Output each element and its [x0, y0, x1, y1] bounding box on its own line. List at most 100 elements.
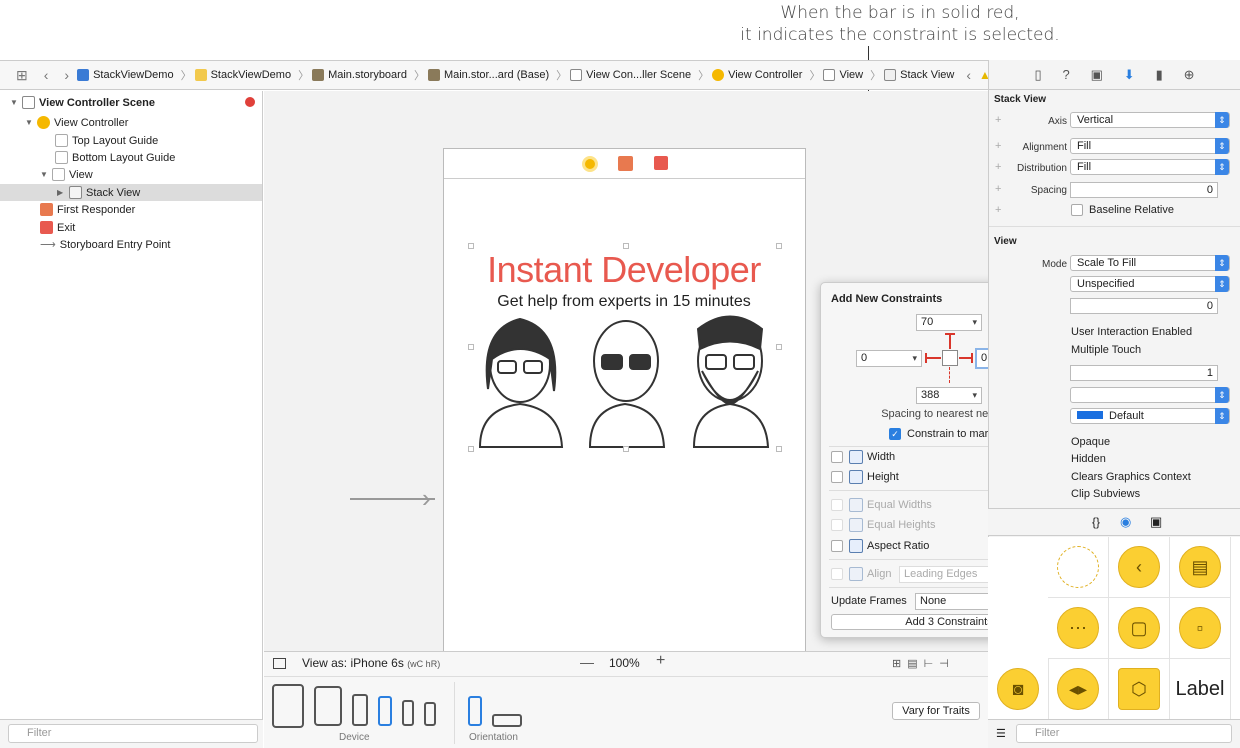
library-tile[interactable]: ⬡ [1109, 659, 1170, 720]
forward-arrow-icon[interactable]: › [64, 67, 69, 83]
hidden-checkbox[interactable]: Hidden [1071, 453, 1106, 465]
outline-stack-view[interactable]: ▶ Stack View [0, 184, 262, 201]
library-tile[interactable]: ▤ [1170, 537, 1231, 598]
vary-for-traits-button[interactable]: Vary for Traits [892, 702, 980, 720]
library-tile[interactable]: ‹ [1109, 537, 1170, 598]
stack-view-selection[interactable] [468, 243, 782, 452]
arrow-right-icon: ⟶ [40, 239, 56, 251]
warning-icon[interactable]: ▲ [979, 68, 988, 82]
media-library-icon[interactable]: ▣ [1150, 514, 1162, 530]
object-library-icon[interactable]: ◉ [1120, 514, 1131, 530]
baseline-relative-checkbox[interactable]: Baseline Relative [1071, 204, 1174, 216]
outline-top-layout-guide[interactable]: Top Layout Guide [55, 132, 158, 149]
checkmark-icon: ✓ [889, 428, 901, 440]
back-arrow-icon[interactable]: ‹ [44, 67, 49, 83]
left-constraint-bar[interactable] [925, 357, 941, 359]
file-inspector-icon[interactable]: ▯ [1034, 67, 1041, 83]
library-tile[interactable]: ⋯ [1048, 598, 1109, 659]
mode-select[interactable]: Scale To Fill [1070, 255, 1230, 271]
error-badge-icon[interactable] [245, 97, 255, 107]
distribution-select[interactable]: Fill [1070, 159, 1230, 175]
outline-bottom-layout-guide[interactable]: Bottom Layout Guide [55, 149, 175, 166]
outline-first-responder[interactable]: First Responder [40, 201, 135, 218]
clip-subviews-checkbox[interactable]: Clip Subviews [1071, 488, 1140, 500]
view-controller-icon[interactable] [582, 156, 598, 172]
library-tabs: {} ◉ ▣ [988, 508, 1240, 536]
device-ipad-icon[interactable] [314, 686, 342, 726]
breadcrumb-storyboard[interactable]: Main.storyboard [312, 69, 407, 81]
breadcrumb-project[interactable]: StackViewDemo [77, 69, 174, 81]
alpha-field[interactable]: 1 [1070, 365, 1218, 381]
bottom-spacing-field[interactable]: 388 [916, 387, 982, 404]
grid-icon[interactable]: ⊞ [16, 67, 28, 84]
user-interaction-checkbox[interactable]: User Interaction Enabled [1071, 326, 1192, 338]
container-view-icon [1057, 546, 1099, 588]
device-iphone-plus-icon[interactable] [352, 694, 368, 726]
annotation-text: When the bar is in solid red, it indicat… [620, 2, 1180, 46]
outline-scene[interactable]: ▼ View Controller Scene [10, 94, 155, 111]
previous-issue-icon[interactable]: ‹ [966, 67, 971, 83]
orientation-landscape-icon[interactable] [492, 714, 522, 727]
breadcrumb-view-controller[interactable]: View Controller [712, 69, 802, 81]
opaque-checkbox[interactable]: Opaque [1071, 436, 1110, 448]
help-inspector-icon[interactable]: ? [1062, 67, 1069, 82]
device-iphone-4-icon[interactable] [424, 702, 436, 726]
top-spacing-field[interactable]: 70 [916, 314, 982, 331]
orientation-portrait-icon[interactable] [468, 696, 482, 726]
library-tile[interactable]: ▢ [1109, 598, 1170, 659]
plus-icon[interactable]: + [995, 204, 1001, 216]
breadcrumb-view[interactable]: View [823, 69, 863, 81]
zoom-out-icon[interactable]: — [580, 654, 594, 670]
outline-view-controller[interactable]: ▼ View Controller [25, 114, 128, 131]
checkbox-label: Opaque [1071, 436, 1111, 448]
axis-select[interactable]: Vertical [1070, 112, 1230, 128]
device-ipad-pro-icon[interactable] [272, 684, 304, 728]
tint-select[interactable]: Default [1070, 408, 1230, 424]
library-filter-input[interactable]: Filter [1016, 724, 1232, 743]
breadcrumb-stack-view[interactable]: Stack View [884, 69, 954, 81]
background-color-select[interactable] [1070, 387, 1230, 403]
library-tile[interactable]: ◂▸ [1048, 659, 1109, 720]
height-row[interactable]: Height [831, 468, 899, 486]
device-iphone-5-icon[interactable] [402, 700, 414, 726]
semantic-select[interactable]: Unspecified [1070, 276, 1230, 292]
view-as-label[interactable]: View as: iPhone 6s (wC hR) [302, 656, 440, 670]
library-tile[interactable] [1048, 537, 1109, 598]
code-snippet-icon[interactable]: {} [1092, 515, 1100, 529]
connections-inspector-icon[interactable]: ⊕ [1184, 67, 1195, 83]
list-view-icon[interactable]: ☰ [996, 727, 1006, 740]
size-inspector-icon[interactable]: ▮ [1156, 67, 1163, 83]
aspect-ratio-row[interactable]: Aspect Ratio [831, 537, 929, 555]
library-tile[interactable]: ▫ [1170, 598, 1231, 659]
device-iphone-6s-icon[interactable] [378, 696, 392, 726]
outline-view[interactable]: ▼ View [40, 166, 93, 183]
outline-toggle-icon[interactable] [273, 658, 286, 669]
first-responder-icon[interactable] [618, 156, 633, 171]
alignment-select[interactable]: Fill [1070, 138, 1230, 154]
checkbox-label: User Interaction Enabled [1071, 326, 1193, 338]
exit-icon[interactable] [654, 156, 668, 170]
width-row[interactable]: Width [831, 448, 895, 466]
top-constraint-bar[interactable] [949, 333, 951, 349]
breadcrumb-scene[interactable]: View Con...ller Scene [570, 69, 691, 81]
library-tile[interactable]: ◙ [988, 659, 1049, 720]
width-checkbox[interactable] [831, 451, 843, 463]
bottom-constraint-bar[interactable] [949, 367, 950, 383]
breadcrumb-storyboard-base[interactable]: Main.stor...ard (Base) [427, 69, 549, 81]
height-checkbox[interactable] [831, 471, 843, 483]
aspect-ratio-checkbox[interactable] [831, 540, 843, 552]
tag-field[interactable]: 0 [1070, 298, 1218, 314]
outline-filter-input[interactable]: Filter [8, 724, 258, 743]
library-tile-label[interactable]: Label [1170, 659, 1231, 720]
spacing-field[interactable]: 0 [1070, 182, 1218, 198]
identity-inspector-icon[interactable]: ▣ [1091, 67, 1103, 83]
layout-tools-icons[interactable]: ⊞▤⊢⊣ [892, 657, 955, 670]
breadcrumb-folder[interactable]: StackViewDemo [194, 69, 291, 81]
zoom-in-icon[interactable]: + [656, 652, 665, 670]
outline-entry-point[interactable]: ⟶ Storyboard Entry Point [40, 236, 170, 253]
clears-graphics-checkbox[interactable]: Clears Graphics Context [1071, 471, 1191, 483]
outline-exit[interactable]: Exit [40, 219, 75, 236]
attributes-inspector-icon[interactable]: ⬇ [1124, 67, 1135, 83]
multiple-touch-checkbox[interactable]: Multiple Touch [1071, 344, 1141, 356]
left-spacing-field[interactable]: 0 [856, 350, 922, 367]
